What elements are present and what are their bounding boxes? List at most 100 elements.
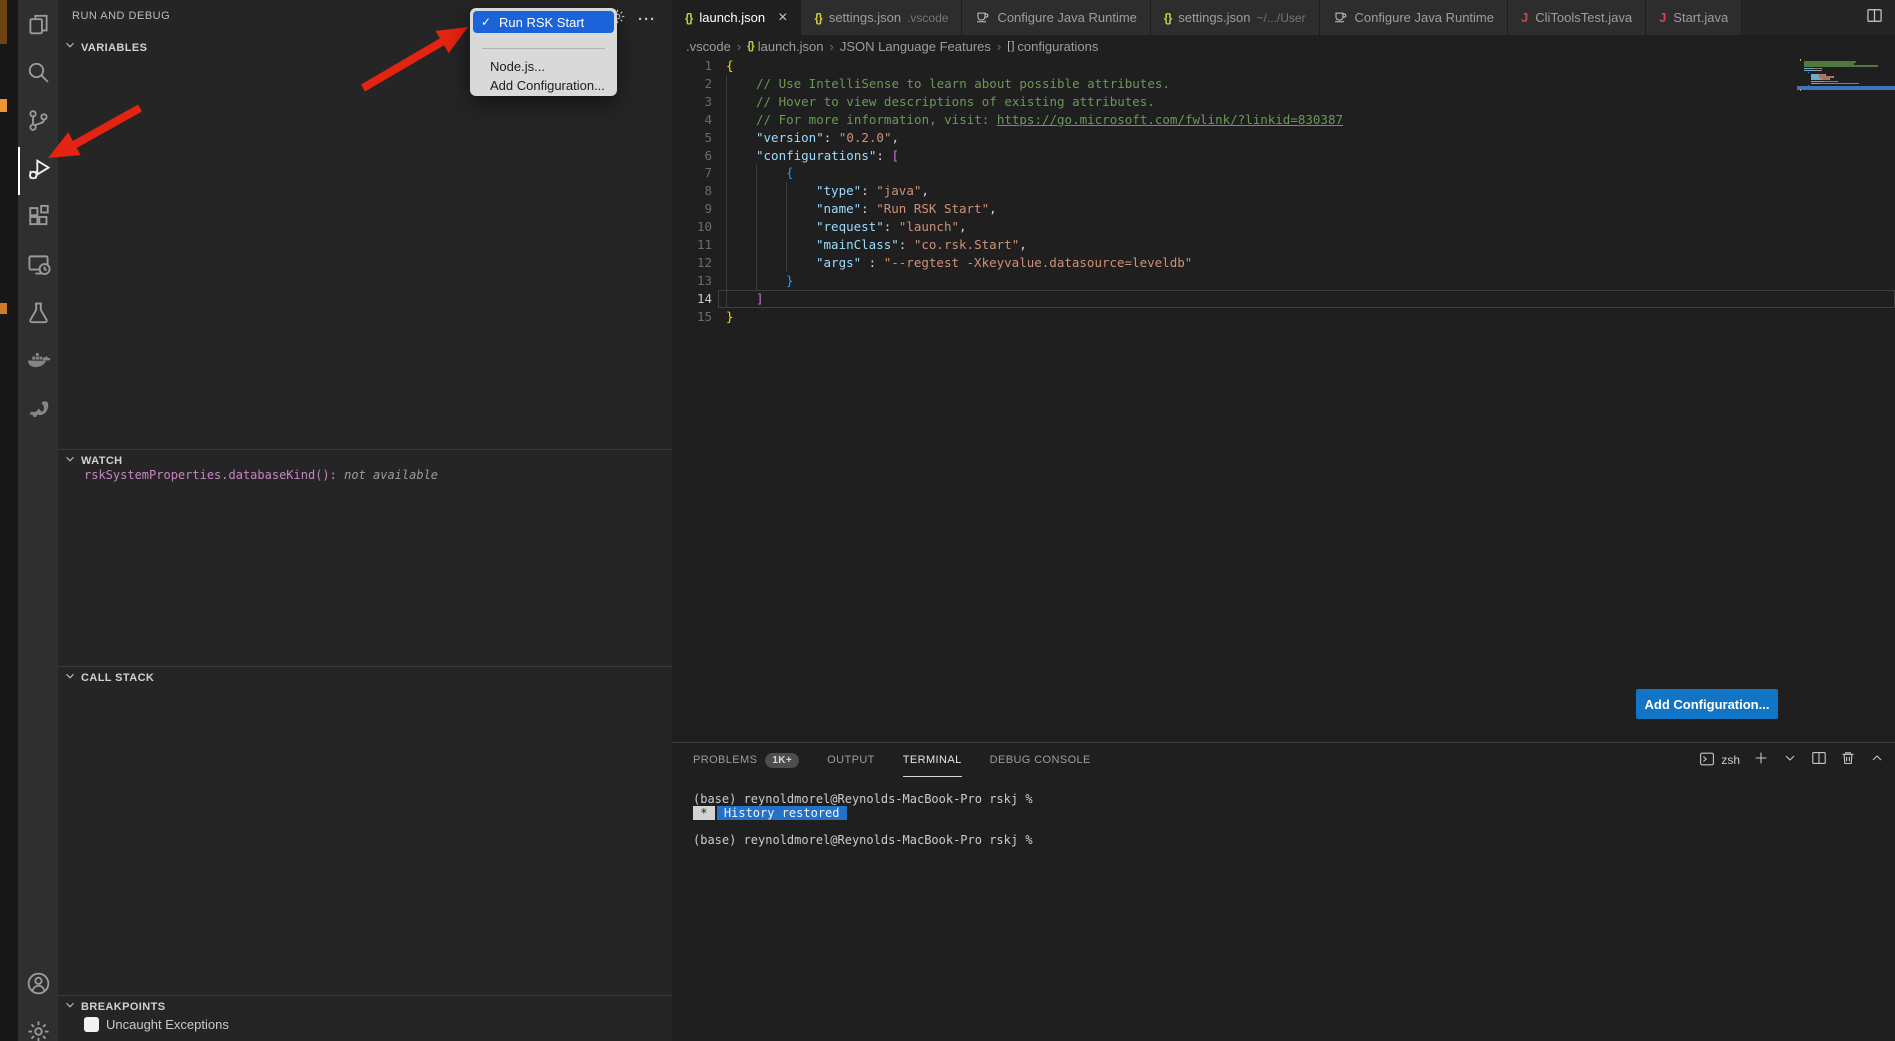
dropdown-separator xyxy=(482,48,605,49)
dropdown-option-nodejs[interactable]: Node.js... xyxy=(470,56,617,76)
chevron-down-icon xyxy=(63,38,77,57)
extensions-icon xyxy=(26,204,51,234)
breadcrumb-separator: › xyxy=(737,39,741,54)
line-number: 10 xyxy=(672,218,712,236)
code-line-12: 12"args" : "--regtest -Xkeyvalue.datasou… xyxy=(672,254,1895,272)
line-number: 8 xyxy=(672,182,712,200)
code-line-5: 5"version": "0.2.0", xyxy=(672,129,1895,147)
add-configuration-button[interactable]: Add Configuration... xyxy=(1636,689,1778,719)
line-number: 4 xyxy=(672,111,712,129)
activity-item-source-control-icon[interactable] xyxy=(18,99,58,147)
tab-configure-java-runtime[interactable]: Configure Java Runtime xyxy=(962,0,1150,35)
activity-item-gradle-icon[interactable] xyxy=(18,387,58,435)
chevron-down-icon xyxy=(63,669,77,688)
tab-settings-json[interactable]: {}settings.json~/.../User xyxy=(1151,0,1320,35)
code-line-13: 13} xyxy=(672,272,1895,290)
panel-tab-output[interactable]: OUTPUT xyxy=(827,743,875,777)
checkmark-icon: ✓ xyxy=(473,15,499,29)
activity-item-extensions-icon[interactable] xyxy=(18,195,58,243)
terminal-star-marker: * xyxy=(693,806,715,820)
tab-label: settings.json xyxy=(1178,10,1250,25)
panel-tab-label: OUTPUT xyxy=(827,754,875,766)
json-icon: {} xyxy=(747,40,754,52)
activity-item-docker-icon[interactable] xyxy=(18,339,58,387)
breadcrumb-item[interactable]: JSON Language Features xyxy=(840,39,991,54)
activity-item-files-icon[interactable] xyxy=(18,3,58,51)
split-panel-icon[interactable] xyxy=(1811,750,1827,771)
tab-launch-json[interactable]: {}launch.json× xyxy=(672,0,801,35)
line-number: 9 xyxy=(672,200,712,218)
panel-tab-terminal[interactable]: TERMINAL xyxy=(903,743,962,777)
tab-start-java[interactable]: J Start.java xyxy=(1646,0,1742,35)
code-line-6: 6"configurations": [ xyxy=(672,147,1895,165)
chevron-down-icon[interactable] xyxy=(1782,750,1798,771)
line-number: 14 xyxy=(672,290,712,308)
panel-tab-label: PROBLEMS xyxy=(693,754,757,766)
line-number: 3 xyxy=(672,93,712,111)
terminal-line: (base) reynoldmorel@Reynolds-MacBook-Pro… xyxy=(693,834,1033,848)
tab-path-suffix: ~/.../User xyxy=(1257,11,1306,25)
activity-item-settings-gear-icon[interactable] xyxy=(18,1010,58,1041)
breadcrumb-separator: › xyxy=(997,39,1001,54)
activity-item-remote-explorer-icon[interactable] xyxy=(18,243,58,291)
activity-item-testing-icon[interactable] xyxy=(18,291,58,339)
panel-tab-problems[interactable]: PROBLEMS 1K+ xyxy=(693,743,799,777)
line-number: 1 xyxy=(672,57,712,75)
sliver-mark xyxy=(0,303,7,314)
breadcrumb-item[interactable]: [ ]configurations xyxy=(1007,39,1098,54)
breadcrumb-item[interactable]: .vscode xyxy=(686,39,731,54)
tab-label: CliToolsTest.java xyxy=(1535,10,1632,25)
dropdown-option-selected[interactable]: ✓ Run RSK Start xyxy=(473,11,614,33)
activity-item-account-icon[interactable] xyxy=(18,962,58,1010)
tab-clitoolstest-java[interactable]: JCliToolsTest.java xyxy=(1508,0,1646,35)
indent-guide xyxy=(726,75,727,308)
source-control-icon xyxy=(26,108,51,138)
panel-tab-debug-console[interactable]: DEBUG CONSOLE xyxy=(990,743,1091,777)
code-line-1: 1{ xyxy=(672,57,1895,75)
close-icon[interactable]: × xyxy=(778,10,787,26)
line-number: 7 xyxy=(672,164,712,182)
plus-icon[interactable] xyxy=(1753,750,1769,771)
array-icon: [ ] xyxy=(1007,40,1013,52)
history-restored-highlight: History restored xyxy=(717,806,847,820)
panel-tabs: PROBLEMS 1K+ OUTPUT TERMINAL DEBUG CONSOLE xyxy=(693,743,1091,777)
terminal-line xyxy=(693,820,1033,834)
watch-expression: rskSystemProperties.databaseKind(): xyxy=(84,468,337,482)
shell-label: zsh xyxy=(1721,753,1740,767)
section-label: VARIABLES xyxy=(81,42,147,54)
code-line-2: 2// Use IntelliSense to learn about poss… xyxy=(672,75,1895,93)
trash-icon[interactable] xyxy=(1840,750,1856,771)
code-line-3: 3// Hover to view descriptions of existi… xyxy=(672,93,1895,111)
uncaught-exceptions-checkbox[interactable] xyxy=(84,1017,99,1032)
terminal-output[interactable]: (base) reynoldmorel@Reynolds-MacBook-Pro… xyxy=(693,793,1033,848)
code-line-15: 15} xyxy=(672,308,1895,326)
breadcrumb-separator: › xyxy=(830,39,834,54)
dropdown-option-add-configuration[interactable]: Add Configuration... xyxy=(470,75,617,95)
code-line-11: 11"mainClass": "co.rsk.Start", xyxy=(672,236,1895,254)
tab-label: Start.java xyxy=(1673,10,1728,25)
line-number: 11 xyxy=(672,236,712,254)
activity-item-run-debug-icon[interactable] xyxy=(18,147,58,195)
code-editor[interactable]: 1{2// Use IntelliSense to learn about po… xyxy=(672,57,1895,742)
more-actions-icon[interactable]: ··· xyxy=(638,11,656,28)
section-label: BREAKPOINTS xyxy=(81,1001,165,1013)
tab-configure-java-runtime[interactable]: Configure Java Runtime xyxy=(1320,0,1508,35)
section-call-stack[interactable]: CALL STACK xyxy=(58,666,672,689)
testing-icon xyxy=(26,300,51,330)
terminal-shell-badge[interactable]: zsh xyxy=(1699,751,1740,770)
breadcrumb-item[interactable]: {}launch.json xyxy=(747,39,823,54)
chevron-up-icon[interactable] xyxy=(1869,750,1885,771)
split-editor-icon[interactable] xyxy=(1866,7,1883,29)
indent-guide xyxy=(756,164,757,289)
problems-count-badge: 1K+ xyxy=(765,753,799,768)
tab-settings-json[interactable]: {}settings.json.vscode xyxy=(801,0,962,35)
debug-sidebar: RUN AND DEBUG ··· VARIABLES WATCH rskSys… xyxy=(58,0,672,1041)
java-file-icon: J xyxy=(1659,10,1666,25)
watch-expression-row[interactable]: rskSystemProperties.databaseKind(): not … xyxy=(84,468,438,482)
terminal-toolbar: zsh xyxy=(1699,743,1885,777)
terminal-icon xyxy=(1699,751,1715,770)
activity-item-search-icon[interactable] xyxy=(18,51,58,99)
gradle-icon xyxy=(26,396,51,426)
section-breakpoints[interactable]: BREAKPOINTS xyxy=(58,995,672,1018)
panel-tab-label: DEBUG CONSOLE xyxy=(990,754,1091,766)
